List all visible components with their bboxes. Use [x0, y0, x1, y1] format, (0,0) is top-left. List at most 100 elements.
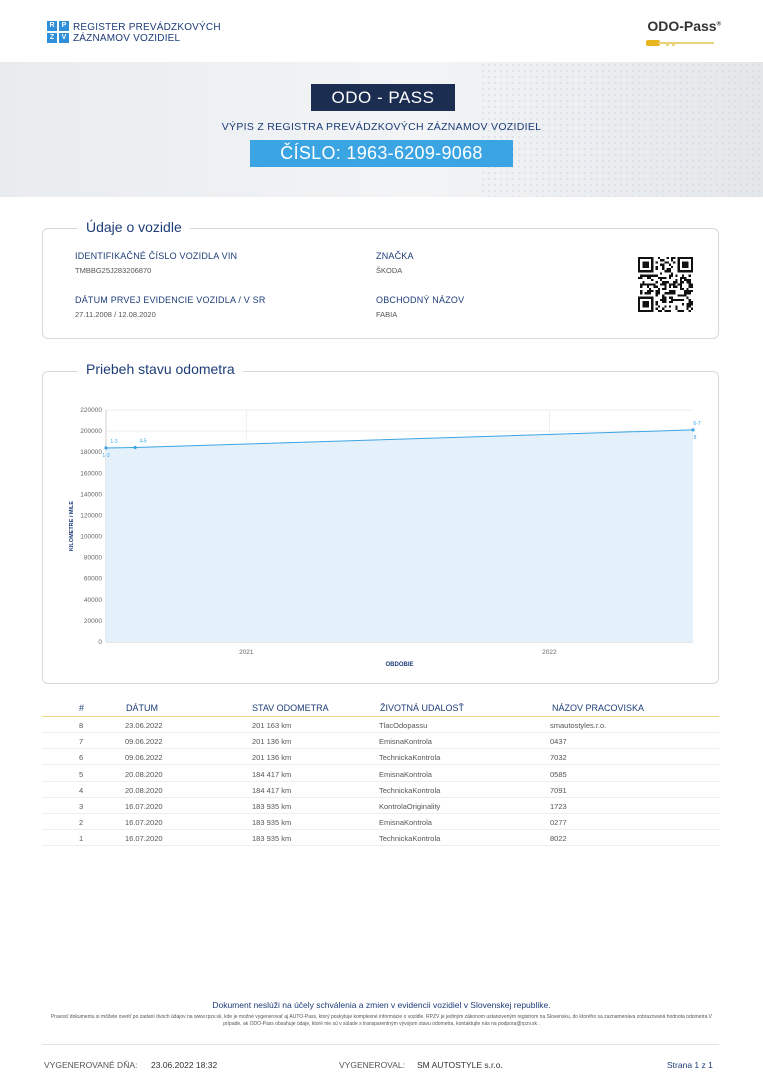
col-header-odometer: STAV ODOMETRA [252, 703, 329, 713]
row-workplace: smautostyles.r.o. [550, 721, 607, 730]
table-row: 8 23.06.2022 201 163 km TlacOdopassu smautos… [42, 717, 719, 733]
logo-letter-p: P [59, 21, 69, 31]
y-tick-label: 0 [98, 639, 102, 646]
brand-value: ŠKODA [376, 266, 403, 275]
row-date: 20.08.2020 [125, 785, 163, 795]
brand-label: ZNAČKA [376, 251, 414, 261]
row-workplace: 8022 [550, 834, 567, 844]
row-workplace: 0277 [550, 818, 567, 828]
generated-date-label: VYGENEROVANÉ DŇA: [44, 1060, 138, 1070]
row-index: 7 [79, 737, 84, 747]
row-event: TechnickaKontrola [379, 834, 441, 844]
table-row: 4 20.08.2020 184 417 km TechnickaKontrola 70… [42, 782, 719, 798]
row-odometer: 184 417 km [252, 785, 292, 795]
row-workplace: 1723 [550, 802, 567, 811]
table-row: 6 09.06.2022 201 136 km TechnickaKontrola 70… [42, 749, 719, 766]
row-date: 09.06.2022 [125, 753, 163, 763]
y-tick-label: 120000 [80, 512, 102, 519]
row-index: 4 [79, 785, 84, 795]
odo-pass-brand: ODO-Pass® [647, 18, 721, 34]
table-row: 3 16.07.2020 183 935 km KontrolaOriginality… [42, 798, 719, 814]
vehicle-section-title: Údaje o vozidle [78, 219, 190, 235]
row-odometer: 183 935 km [252, 834, 292, 844]
row-index: 6 [79, 753, 84, 763]
table-row: 5 20.08.2020 184 417 km EmisnaKontrola 0585 [42, 766, 719, 782]
data-point [691, 428, 695, 432]
rpzv-logo: R P Z V [47, 21, 69, 43]
registry-name: REGISTER PREVÁDZKOVÝCH ZÁZNAMOV VOZIDIEL [73, 22, 221, 44]
document-number: ČÍSLO: 1963-6209-9068 [250, 140, 513, 167]
x-axis-title: OBDOBIE [385, 662, 413, 668]
qr-code [638, 257, 693, 312]
document-subtitle: VÝPIS Z REGISTRA PREVÁDZKOVÝCH ZÁZNAMOV … [221, 121, 542, 133]
y-tick-label: 140000 [80, 491, 102, 498]
trade-name-label: OBCHODNÝ NÁZOV [376, 295, 465, 305]
row-date: 16.07.2020 [125, 818, 163, 828]
vin-value: TMBBG25J283206870 [75, 266, 152, 275]
key-icon [646, 40, 714, 46]
row-date: 23.06.2022 [125, 721, 163, 730]
y-tick-label: 200000 [80, 428, 102, 435]
col-header-event: ŽIVOTNÁ UDALOSŤ [380, 703, 465, 713]
row-workplace: 0585 [550, 769, 567, 779]
x-tick-label: 2021 [239, 649, 254, 656]
footer-notice: Dokument neslúži na účely schválenia a z… [212, 1000, 551, 1010]
row-odometer: 183 935 km [252, 818, 292, 828]
row-event: TechnickaKontrola [379, 753, 441, 763]
logo-letter-v: V [59, 33, 69, 43]
page-number: Strana 1 z 1 [667, 1060, 713, 1070]
odometer-area [106, 429, 693, 642]
row-date: 16.07.2020 [125, 834, 163, 844]
row-index: 5 [79, 769, 84, 779]
row-index: 2 [79, 818, 84, 828]
logo-letter-z: Z [47, 33, 57, 43]
generated-by-value: SM AUTOSTYLE s.r.o. [417, 1060, 503, 1070]
row-date: 09.06.2022 [125, 737, 163, 747]
row-index: 1 [79, 834, 84, 844]
odo-pass-logo: ODO-Pass® [640, 18, 725, 50]
document-title: ODO - PASS [311, 84, 455, 111]
y-tick-label: 80000 [84, 555, 102, 562]
table-row: 1 16.07.2020 183 935 km TechnickaKontrola 80… [42, 830, 719, 847]
footer-divider [42, 1044, 719, 1045]
y-tick-label: 20000 [84, 618, 102, 625]
data-label-below: 8 [694, 435, 697, 441]
data-label-below: 1-3 [102, 453, 109, 459]
odometer-chart: 0 20000 40000 60000 80000 100000 120000 140000 1… [69, 407, 701, 668]
first-registration-value: 27.11.2008 / 12.08.2020 [75, 310, 156, 319]
row-odometer: 183 935 km [252, 802, 292, 811]
row-odometer: 201 163 km [252, 721, 292, 730]
row-date: 20.08.2020 [125, 769, 163, 779]
col-header-date: DÁTUM [126, 703, 158, 713]
row-index: 8 [79, 721, 84, 730]
y-tick-label: 40000 [84, 597, 102, 604]
row-event: TlacOdopassu [379, 721, 428, 730]
table-row: 7 09.06.2022 201 136 km EmisnaKontrola 0437 [42, 733, 719, 750]
trade-name-value: FABIA [376, 310, 398, 319]
data-label-above: 4-5 [139, 439, 146, 445]
registry-name-line1: REGISTER PREVÁDZKOVÝCH [73, 22, 221, 33]
y-tick-label: 100000 [80, 534, 102, 541]
data-point [104, 446, 108, 450]
chart-section-title: Priebeh stavu odometra [78, 361, 243, 377]
row-workplace: 0437 [550, 737, 567, 747]
data-point [133, 445, 137, 450]
row-workplace: 7032 [550, 753, 567, 763]
footer-fine-print: Pravosť dokumentu si môžete overiť po za… [50, 1014, 713, 1027]
row-workplace: 7091 [550, 785, 567, 795]
vehicle-panel [42, 228, 719, 339]
y-tick-label: 60000 [84, 576, 102, 583]
data-label-above: 6-7 [693, 421, 700, 427]
row-event: EmisnaKontrola [379, 818, 432, 828]
x-tick-label: 2022 [542, 649, 557, 656]
y-tick-label: 220000 [80, 407, 102, 414]
data-label-above: 1-3 [110, 439, 117, 445]
row-event: EmisnaKontrola [379, 769, 432, 779]
y-tick-label: 180000 [80, 449, 102, 456]
row-event: TechnickaKontrola [379, 785, 441, 795]
row-date: 16.07.2020 [125, 802, 163, 811]
col-header-workplace: NÁZOV PRACOVISKA [552, 703, 645, 713]
y-axis-title: KILOMETRE / MILE [69, 501, 75, 551]
row-odometer: 201 136 km [252, 753, 292, 763]
vin-label: IDENTIFIKAČNÉ ČÍSLO VOZIDLA VIN [75, 251, 238, 261]
